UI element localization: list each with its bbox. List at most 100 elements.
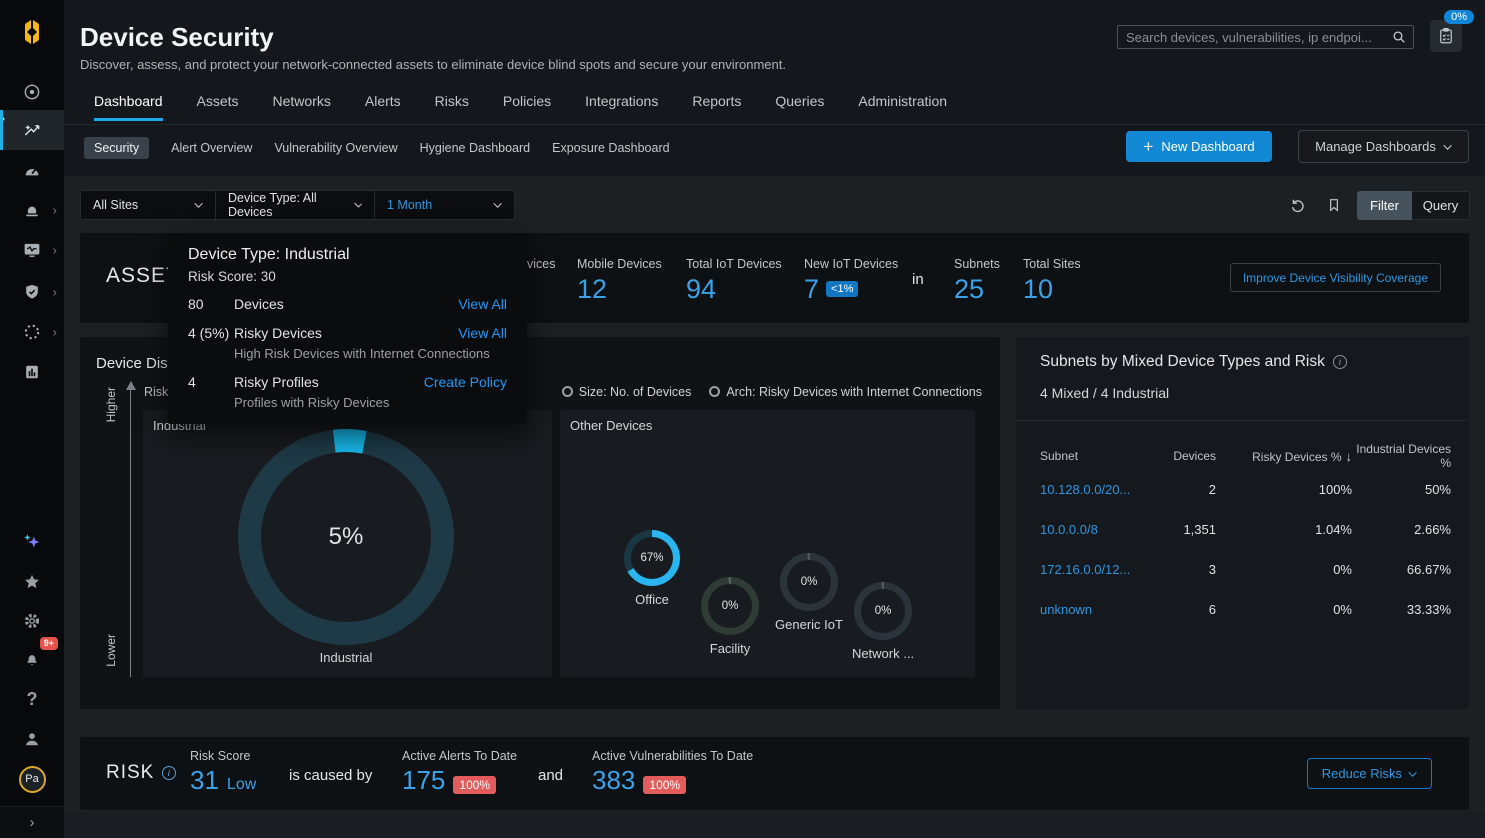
view-all-link[interactable]: View All: [458, 294, 507, 314]
subtab-security[interactable]: Security: [84, 137, 149, 159]
manage-dashboards-button[interactable]: Manage Dashboards: [1298, 130, 1469, 163]
bubble-generic-iot[interactable]: 0%: [780, 553, 838, 611]
reduce-risks-button[interactable]: Reduce Risks: [1307, 758, 1432, 789]
subtab-alert-overview[interactable]: Alert Overview: [171, 141, 252, 155]
in-connector: in: [912, 271, 924, 288]
bell-icon: [22, 649, 42, 669]
refresh-button[interactable]: [1286, 194, 1308, 216]
tooltip-row-risky-profiles: 4 Risky Profiles Create Policy: [188, 372, 507, 392]
tab-administration[interactable]: Administration: [858, 93, 947, 121]
create-policy-link[interactable]: Create Policy: [424, 372, 507, 392]
bookmark-icon: [1326, 196, 1342, 214]
subtab-exposure-dashboard[interactable]: Exposure Dashboard: [552, 141, 669, 155]
sidebar-item-settings[interactable]: [0, 605, 64, 637]
sidebar-item-device-security-active[interactable]: ›: [0, 110, 64, 150]
sidebar-item-notifications[interactable]: 9+: [0, 643, 64, 675]
subnet-link[interactable]: 10.0.0.0/8: [1040, 522, 1152, 537]
footer-strip: [64, 812, 1485, 838]
tab-networks[interactable]: Networks: [273, 93, 331, 121]
table-row: unknown 6 0% 33.33%: [1040, 589, 1451, 629]
sites-filter[interactable]: All Sites: [81, 191, 215, 219]
sidebar-item-alerts[interactable]: ›: [0, 194, 64, 226]
bubble-network[interactable]: 0%: [854, 582, 912, 640]
sidebar-item-user[interactable]: [0, 723, 64, 755]
sidebar-item-reports[interactable]: [0, 356, 64, 388]
tooltip-title: Device Type: Industrial: [188, 246, 507, 264]
legend-arch[interactable]: Arch: Risky Devices with Internet Connec…: [709, 385, 982, 399]
subnets-subtitle: 4 Mixed / 4 Industrial: [1040, 385, 1169, 401]
vulns-percent-badge: 100%: [643, 776, 686, 794]
new-dashboard-button[interactable]: + New Dashboard: [1126, 131, 1272, 162]
cell-industrial: 66.67%: [1352, 562, 1451, 577]
col-devices[interactable]: Devices: [1152, 449, 1216, 463]
tab-policies[interactable]: Policies: [503, 93, 551, 121]
sidebar-item-radar[interactable]: [0, 76, 64, 108]
view-all-link[interactable]: View All: [458, 323, 507, 343]
query-toggle-button[interactable]: Query: [1412, 191, 1470, 220]
info-icon[interactable]: i: [162, 766, 176, 780]
dashboard-content: All Sites Device Type: All Devices 1 Mon…: [64, 176, 1485, 838]
search-input[interactable]: [1117, 25, 1414, 49]
cell-industrial: 2.66%: [1352, 522, 1451, 537]
legend-arch-label: Arch: Risky Devices with Internet Connec…: [726, 385, 982, 399]
tooltip-note: Profiles with Risky Devices: [234, 394, 507, 412]
time-range-filter[interactable]: 1 Month: [374, 191, 514, 219]
cell-risky: 100%: [1216, 482, 1352, 497]
coverage-checklist-button[interactable]: 0%: [1430, 20, 1462, 52]
cell-industrial: 50%: [1352, 482, 1451, 497]
tooltip-note: High Risk Devices with Internet Connecti…: [234, 345, 507, 363]
legend-size[interactable]: Size: No. of Devices: [562, 385, 692, 399]
monitor-pulse-icon: [22, 240, 42, 260]
bubble-facility[interactable]: 0%: [701, 577, 759, 635]
subtab-hygiene-dashboard[interactable]: Hygiene Dashboard: [420, 141, 531, 155]
table-row: 10.128.0.0/20... 2 100% 50%: [1040, 469, 1451, 509]
info-icon[interactable]: i: [1333, 355, 1347, 369]
col-risky[interactable]: Risky Devices %↓: [1216, 449, 1352, 464]
device-type-filter[interactable]: Device Type: All Devices: [215, 191, 374, 219]
col-risky-label: Risky Devices %: [1252, 450, 1341, 464]
page-header: Device Security Discover, assess, and pr…: [64, 0, 1485, 176]
subnet-link[interactable]: 10.128.0.0/20...: [1040, 482, 1152, 497]
subtab-vulnerability-overview[interactable]: Vulnerability Overview: [274, 141, 397, 155]
sidebar-item-favorites[interactable]: [0, 566, 64, 598]
sidebar-item-integrations[interactable]: ›: [0, 316, 64, 348]
bubble-generic-iot-value: 0%: [801, 576, 818, 588]
chevron-right-icon: ›: [53, 203, 57, 218]
percent-badge: <1%: [826, 281, 858, 297]
tab-queries[interactable]: Queries: [775, 93, 824, 121]
improve-visibility-button[interactable]: Improve Device Visibility Coverage: [1230, 263, 1441, 292]
sidebar-item-policies[interactable]: ›: [0, 276, 64, 308]
tab-alerts[interactable]: Alerts: [365, 93, 401, 121]
industrial-subpanel: Industrial 5% Industrial: [143, 410, 552, 677]
tab-assets[interactable]: Assets: [197, 93, 239, 121]
other-devices-panel-label: Other Devices: [570, 418, 652, 433]
stat-value: 7: [804, 274, 819, 304]
bubble-office[interactable]: 67%: [624, 530, 680, 586]
app-logo: [0, 12, 64, 52]
subnets-title-text: Subnets by Mixed Device Types and Risk: [1040, 353, 1325, 371]
tab-dashboard[interactable]: Dashboard: [94, 93, 163, 121]
tooltip-row-devices: 80 Devices View All: [188, 294, 507, 314]
search-icon[interactable]: [1391, 29, 1407, 45]
subnet-link[interactable]: 172.16.0.0/12...: [1040, 562, 1152, 577]
page-subtitle: Discover, assess, and protect your netwo…: [80, 57, 786, 72]
filter-query-toggle: Filter Query: [1357, 191, 1470, 220]
cell-devices: 2: [1152, 482, 1216, 497]
sidebar-collapse-toggle[interactable]: ›: [0, 806, 64, 838]
sidebar-item-help[interactable]: ?: [0, 683, 64, 715]
filter-toggle-button[interactable]: Filter: [1357, 191, 1412, 220]
sidebar-item-devices[interactable]: ›: [0, 234, 64, 266]
chevron-down-icon: [1443, 141, 1451, 149]
col-subnet[interactable]: Subnet: [1040, 449, 1152, 463]
tab-risks[interactable]: Risks: [435, 93, 469, 121]
bookmark-button[interactable]: [1323, 194, 1345, 216]
sidebar-item-gauge[interactable]: [0, 156, 64, 188]
col-industrial[interactable]: Industrial Devices %: [1352, 442, 1451, 470]
subnet-link[interactable]: unknown: [1040, 602, 1152, 617]
sidebar-item-ai-assist[interactable]: [0, 526, 64, 558]
tab-integrations[interactable]: Integrations: [585, 93, 658, 121]
tab-reports[interactable]: Reports: [692, 93, 741, 121]
sidebar-item-account[interactable]: Pa: [0, 763, 64, 795]
alerts-percent-badge: 100%: [453, 776, 496, 794]
industrial-donut-chart[interactable]: 5%: [238, 429, 454, 645]
